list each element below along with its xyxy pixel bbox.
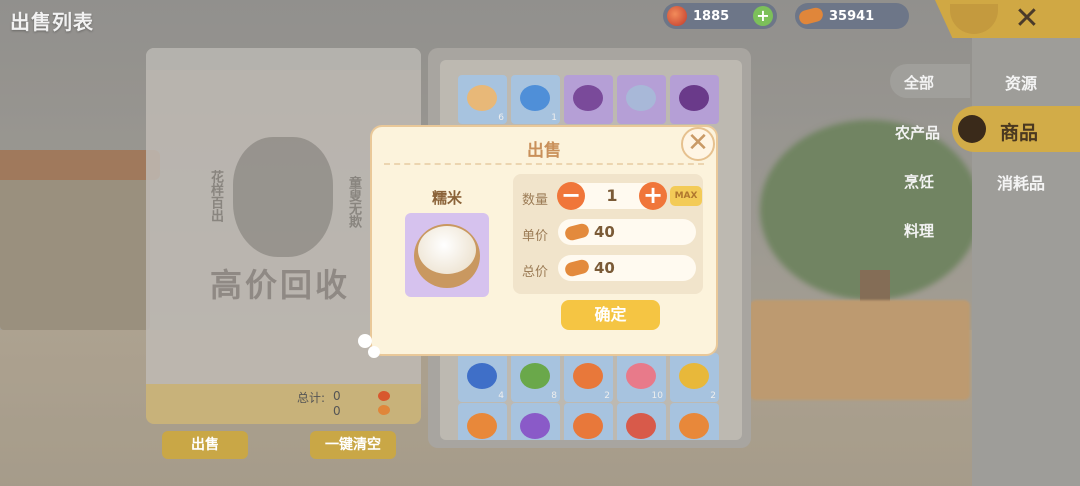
mascot-watermark-icon [233,137,333,257]
inventory-slot[interactable] [670,403,719,440]
green-frog-icon [520,363,550,389]
quantity-minus-button[interactable]: − [557,182,585,210]
subcategory-farm-produce[interactable]: 农产品 [895,122,940,143]
inventory-slot[interactable]: 2 [564,353,613,402]
inventory-slot[interactable] [617,75,666,124]
unit-price-label: 单价 [522,229,549,244]
slogan-right: 童叟无欺 [346,176,361,228]
max-quantity-button[interactable]: MAX [670,186,702,206]
sparkle-decoration-icon [358,334,380,360]
tab-goods[interactable]: 商品 [1000,118,1038,145]
gem-icon [378,391,390,401]
confirm-button[interactable]: 确定 [561,300,660,330]
eggplant-icon [679,85,709,111]
recycle-watermark: 高价回收 [210,266,351,304]
page-title: 出售列表 [10,10,94,34]
gold-counter: 35941 [795,3,909,29]
dialog-title: 出售 [527,141,561,161]
coin-icon [797,6,825,26]
mascot-face-icon [958,115,986,143]
quantity-label: 数量 [522,193,549,208]
yellow-fish-icon [679,363,709,389]
clear-all-button[interactable]: 一键清空 [310,431,396,459]
inventory-slot[interactable]: 8 [511,353,560,402]
dialog-close-button[interactable]: ✕ [681,127,715,161]
slot-count: 4 [498,391,504,401]
pink-fish-icon [626,363,656,389]
total-gold-value: 0 [333,404,341,418]
item-name: 糯米 [431,189,462,207]
coin-icon [378,405,390,415]
orange-fish-icon [679,413,709,439]
inventory-slot[interactable] [458,403,507,440]
total-price-label: 总价 [522,265,549,280]
slot-count: 1 [551,113,557,123]
inventory-slot[interactable]: 1 [511,75,560,124]
blue-fish-icon [467,363,497,389]
inventory-slot[interactable]: 4 [458,353,507,402]
fish-fillet-icon [626,85,656,111]
inventory-slot[interactable] [564,403,613,440]
total-bar [146,384,421,424]
inventory-slot[interactable] [617,403,666,440]
grape-icon [573,85,603,111]
subcategory-cooking[interactable]: 烹饪 [904,171,934,192]
add-gem-button[interactable]: + [753,6,773,26]
inventory-slot[interactable] [564,75,613,124]
inventory-slot[interactable]: 6 [458,75,507,124]
cake-icon [467,85,497,111]
total-gem-value: 0 [333,389,341,403]
inventory-slot[interactable] [511,403,560,440]
gem-icon [667,6,687,26]
subcategory-cuisine[interactable]: 料理 [904,220,934,241]
sell-list-header [146,48,421,70]
inventory-slot[interactable] [670,75,719,124]
slot-count: 2 [604,391,610,401]
slot-count: 8 [551,391,557,401]
orange-fish-icon [467,413,497,439]
quantity-plus-button[interactable]: + [639,182,667,210]
tab-resources[interactable]: 资源 [1005,70,1037,94]
dialog-divider [384,163,704,165]
quantity-value: 1 [606,186,618,205]
orange-fish-icon [573,363,603,389]
subcategory-all[interactable]: 全部 [904,72,934,93]
close-icon[interactable]: ✕ [1010,2,1044,36]
blue-fish-icon [520,85,550,111]
slogan-left: 花样百出 [208,170,223,222]
slot-count: 6 [498,113,504,123]
slot-count: 2 [710,391,716,401]
inventory-slot[interactable]: 2 [670,353,719,402]
inventory-slot[interactable]: 10 [617,353,666,402]
sell-button[interactable]: 出售 [162,431,248,459]
purple-fish-icon [520,413,550,439]
glutinous-rice-icon [418,226,476,274]
unit-price-value: 40 [594,223,615,241]
red-fish-icon [626,413,656,439]
total-label: 总计: [297,391,326,405]
slot-count: 10 [651,391,663,401]
gem-counter: 1885 + [663,3,777,29]
tab-consumables[interactable]: 消耗品 [997,170,1045,194]
gold-amount: 35941 [829,8,875,24]
total-price-value: 40 [594,259,615,277]
gem-amount: 1885 [693,8,730,24]
orange-fish-icon [573,413,603,439]
